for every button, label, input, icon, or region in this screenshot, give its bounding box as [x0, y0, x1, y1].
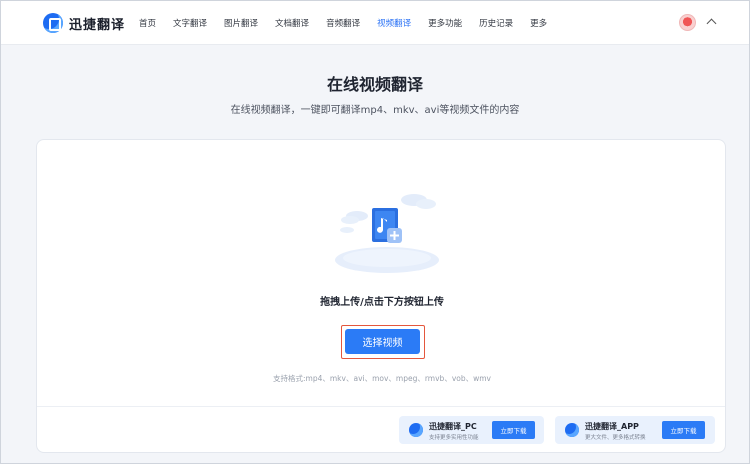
supported-formats: 支持格式:mp4、mkv、avi、mov、mpeg、rmvb、vob、wmv [273, 374, 491, 383]
select-video-button[interactable]: 选择视频 [345, 329, 420, 354]
nav-item-text-translate[interactable]: 文字翻译 [173, 17, 207, 29]
main-nav: 首页 文字翻译 图片翻译 文档翻译 音频翻译 视频翻译 更多功能 历史记录 更多 [139, 1, 564, 45]
promo-pc[interactable]: 迅捷翻译_PC 支持更多实用性功能 立即下载 [399, 416, 544, 444]
video-upload-illustration-icon [335, 194, 439, 273]
promo-pc-title: 迅捷翻译_PC [429, 422, 477, 431]
drop-instruction: 拖拽上传/点击下方按钮上传 [320, 297, 444, 308]
brand-logo-icon [43, 13, 63, 33]
select-video-highlight: 选择视频 [341, 325, 425, 359]
promo-pc-download-button[interactable]: 立即下载 [492, 421, 535, 439]
nav-item-image-translate[interactable]: 图片翻译 [224, 17, 258, 29]
upload-card[interactable]: 拖拽上传/点击下方按钮上传 选择视频 支持格式:mp4、mkv、avi、mov、… [36, 139, 726, 453]
nav-item-home[interactable]: 首页 [139, 17, 156, 29]
promo-app-download-button[interactable]: 立即下载 [662, 421, 705, 439]
brand-name: 迅捷翻译 [69, 17, 126, 33]
mobile-app-logo-icon [565, 423, 579, 437]
card-divider [37, 406, 725, 407]
chevron-up-icon[interactable] [706, 18, 717, 29]
promo-app-title: 迅捷翻译_APP [585, 422, 639, 431]
top-navbar: 迅捷翻译 首页 文字翻译 图片翻译 文档翻译 音频翻译 视频翻译 更多功能 历史… [1, 1, 749, 45]
nav-item-document-translate[interactable]: 文档翻译 [275, 17, 309, 29]
page-subtitle: 在线视频翻译，一键即可翻译mp4、mkv、avi等视频文件的内容 [230, 105, 520, 116]
promo-app-subtitle: 更大文件、更多格式转换 [585, 435, 646, 441]
nav-item-audio-translate[interactable]: 音频翻译 [326, 17, 360, 29]
nav-item-more-features[interactable]: 更多功能 [428, 17, 462, 29]
brand-logo[interactable]: 迅捷翻译 [43, 12, 125, 34]
promo-app[interactable]: 迅捷翻译_APP 更大文件、更多格式转换 立即下载 [555, 416, 715, 444]
promo-pc-subtitle: 支持更多实用性功能 [429, 435, 479, 441]
pc-app-logo-icon [409, 423, 423, 437]
user-avatar[interactable] [679, 14, 696, 31]
nav-item-more[interactable]: 更多 [530, 17, 547, 29]
nav-item-history[interactable]: 历史记录 [479, 17, 513, 29]
page-title: 在线视频翻译 [326, 75, 423, 94]
nav-item-video-translate[interactable]: 视频翻译 [377, 17, 411, 29]
